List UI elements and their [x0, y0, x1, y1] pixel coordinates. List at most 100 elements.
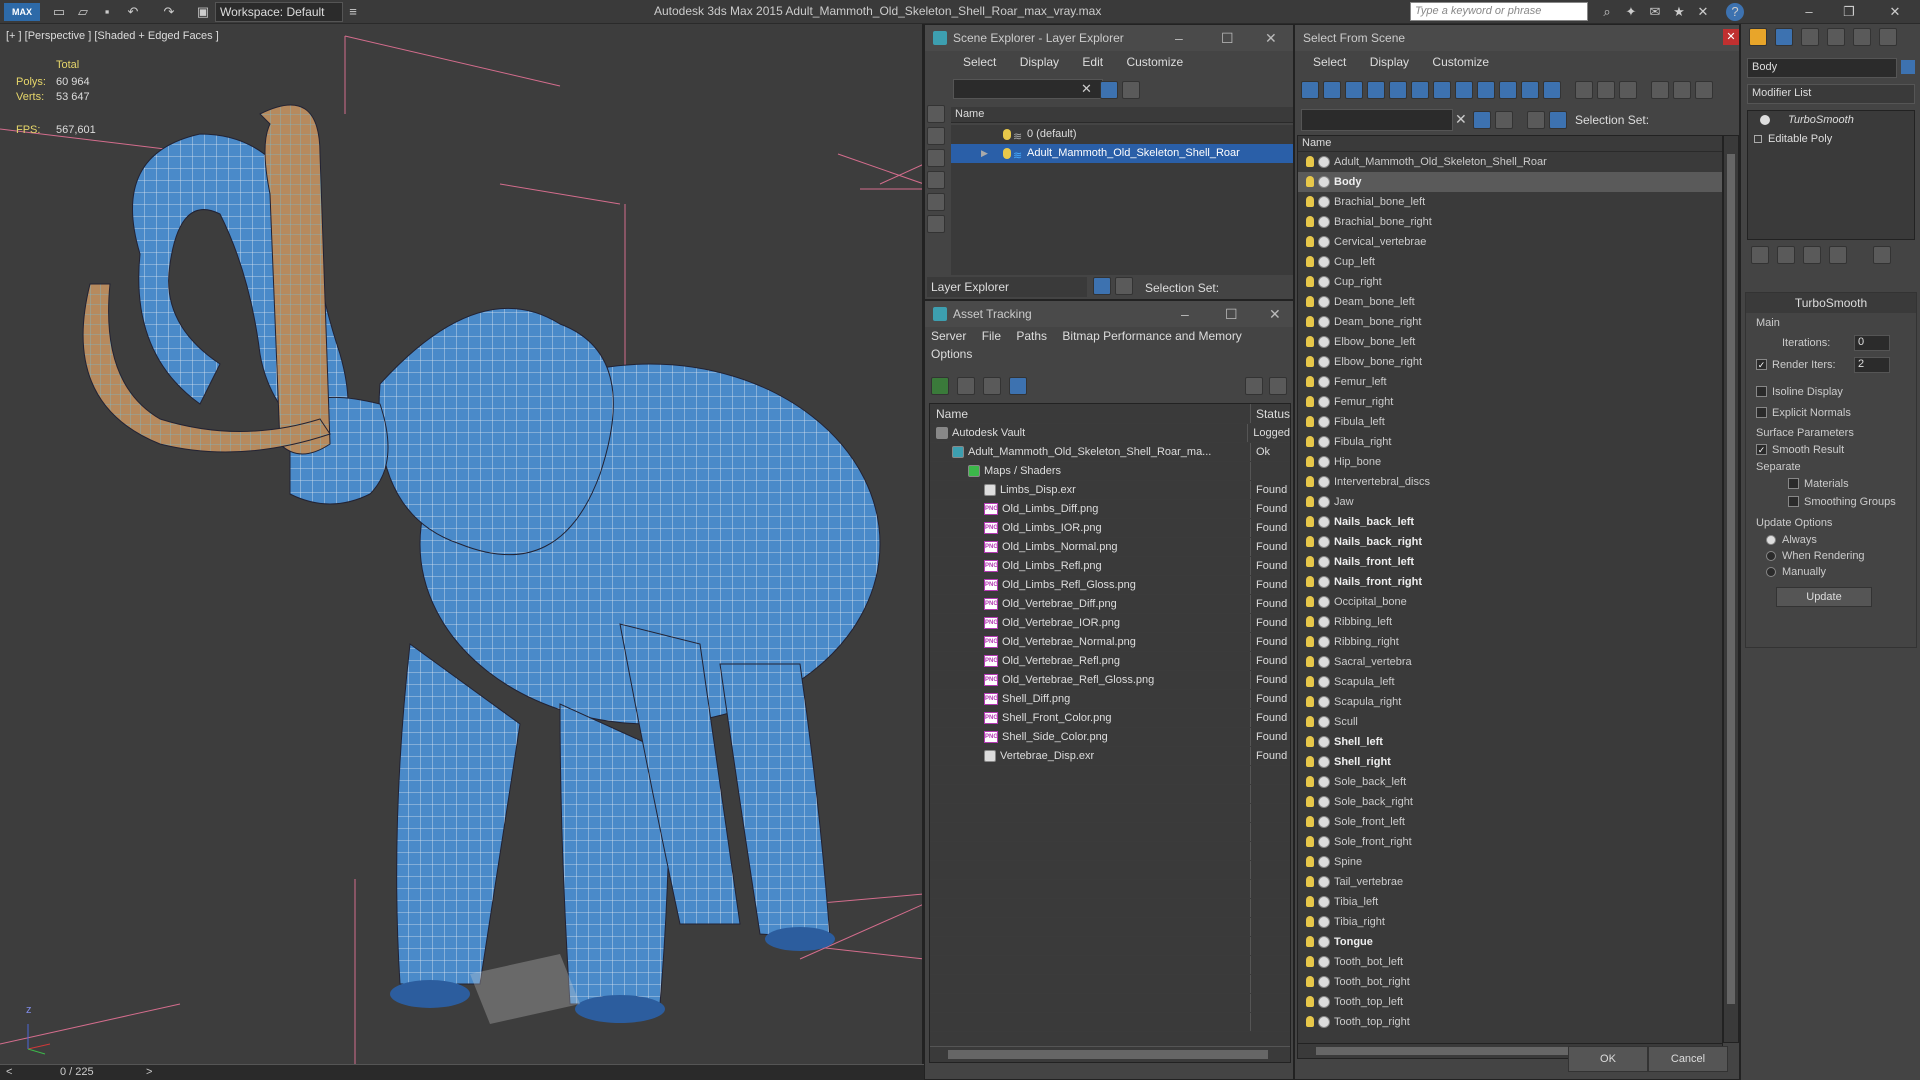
lightbulb-icon[interactable] — [1306, 356, 1314, 367]
scene-object-row[interactable]: Sole_front_right — [1298, 832, 1722, 852]
asset-row[interactable]: PNG Old_Limbs_Diff.png Found — [930, 500, 1290, 519]
save-icon[interactable]: ▪ — [98, 3, 116, 21]
lightbulb-icon[interactable] — [1306, 296, 1314, 307]
filter-cameras-icon[interactable] — [1367, 81, 1385, 99]
lightbulb-icon[interactable] — [1306, 676, 1314, 687]
filter-shapes-icon[interactable] — [1323, 81, 1341, 99]
asset-row[interactable]: PNG Old_Vertebrae_IOR.png Found — [930, 614, 1290, 633]
close-icon[interactable]: ✕ — [1723, 29, 1739, 45]
maximize-icon[interactable]: ☐ — [1225, 306, 1238, 323]
thumbnail-view-icon[interactable] — [983, 377, 1001, 395]
render-iters-spinner[interactable]: 2 — [1854, 357, 1890, 373]
ok-button[interactable]: OK — [1568, 1046, 1648, 1072]
minimize-icon[interactable]: – — [1175, 30, 1183, 46]
menu-server[interactable]: Server — [925, 327, 972, 345]
favorites-icon[interactable]: ★ — [1670, 3, 1688, 21]
search-input[interactable]: Type a keyword or phrase — [1410, 2, 1588, 21]
filter-bones-icon[interactable] — [1477, 81, 1495, 99]
exchange-icon[interactable]: ✕ — [1694, 3, 1712, 21]
scene-object-row[interactable]: Nails_front_right — [1298, 572, 1722, 592]
list-view-icon[interactable] — [957, 377, 975, 395]
select-search-input[interactable] — [1301, 109, 1453, 131]
scene-object-row[interactable]: Jaw — [1298, 492, 1722, 512]
lightbulb-icon[interactable] — [1306, 316, 1314, 327]
lightbulb-icon[interactable] — [1306, 556, 1314, 567]
scene-object-row[interactable]: Cervical_vertebrae — [1298, 232, 1722, 252]
asset-row[interactable]: PNG Old_Vertebrae_Normal.png Found — [930, 633, 1290, 652]
scene-object-row[interactable]: Scull — [1298, 712, 1722, 732]
lightbulb-icon[interactable] — [1306, 1016, 1314, 1027]
lightbulb-icon[interactable] — [1306, 376, 1314, 387]
restore-window-icon[interactable]: ❐ — [1840, 3, 1858, 21]
asset-row[interactable]: Autodesk Vault Logged — [930, 424, 1290, 443]
help-icon[interactable]: ? — [1726, 3, 1744, 21]
filter-icon[interactable] — [1100, 81, 1118, 99]
expand-box-icon[interactable] — [1754, 135, 1762, 143]
filter-xrefs-icon[interactable] — [1455, 81, 1473, 99]
scene-object-row[interactable]: Tooth_bot_left — [1298, 952, 1722, 972]
scene-object-row[interactable]: Fibula_left — [1298, 412, 1722, 432]
asset-row[interactable]: Limbs_Disp.exr Found — [930, 481, 1290, 500]
viewport-label[interactable]: [+ ] [Perspective ] [Shaded + Edged Face… — [6, 30, 219, 42]
show-end-result-icon[interactable] — [1777, 246, 1795, 264]
scene-object-row[interactable]: Sole_back_left — [1298, 772, 1722, 792]
select-all-icon[interactable] — [1575, 81, 1593, 99]
filter-helpers-icon[interactable] — [1389, 81, 1407, 99]
utilities-tab-icon[interactable] — [1879, 28, 1897, 46]
communication-icon[interactable]: ✉ — [1646, 3, 1664, 21]
filter-containers-icon[interactable] — [1499, 81, 1517, 99]
scene-object-row[interactable]: Deam_bone_right — [1298, 312, 1722, 332]
asset-row[interactable]: PNG Old_Limbs_Normal.png Found — [930, 538, 1290, 557]
rollout-title[interactable]: TurboSmooth — [1746, 293, 1916, 313]
hierarchy-mode-icon[interactable] — [1115, 277, 1133, 295]
scene-object-row[interactable]: Femur_right — [1298, 392, 1722, 412]
scene-object-row[interactable]: Intervertebral_discs — [1298, 472, 1722, 492]
scene-object-row[interactable]: Shell_right — [1298, 752, 1722, 772]
lightbulb-icon[interactable] — [1306, 996, 1314, 1007]
menu-customize[interactable]: Customize — [1116, 51, 1193, 73]
sort-icon[interactable] — [1673, 81, 1691, 99]
isoline-display-checkbox[interactable] — [1756, 386, 1767, 397]
smooth-result-checkbox[interactable]: ✓ — [1756, 444, 1767, 455]
lightbulb-icon[interactable] — [1306, 756, 1314, 767]
modify-tab-icon[interactable] — [1775, 28, 1793, 46]
filter-spacewarps-icon[interactable] — [1411, 81, 1429, 99]
lightbulb-icon[interactable] — [1306, 776, 1314, 787]
asset-row[interactable]: PNG Shell_Front_Color.png Found — [930, 709, 1290, 728]
close-window-icon[interactable]: ✕ — [1886, 3, 1904, 21]
scene-object-row[interactable]: Scapula_left — [1298, 672, 1722, 692]
scene-object-row[interactable]: Femur_left — [1298, 372, 1722, 392]
menu-file[interactable]: File — [976, 327, 1007, 345]
lightbulb-icon[interactable] — [1306, 736, 1314, 747]
scene-object-row[interactable]: Cup_right — [1298, 272, 1722, 292]
minimize-icon[interactable]: – — [1181, 306, 1189, 322]
asset-row[interactable]: PNG Shell_Side_Color.png Found — [930, 728, 1290, 747]
asset-row[interactable]: PNG Old_Vertebrae_Diff.png Found — [930, 595, 1290, 614]
hierarchy-display-icon[interactable] — [1549, 111, 1567, 129]
create-tab-icon[interactable] — [1749, 28, 1767, 46]
lightbulb-icon[interactable] — [1306, 976, 1314, 987]
lightbulb-icon[interactable] — [1306, 276, 1314, 287]
minimize-window-icon[interactable]: – — [1800, 3, 1818, 21]
asset-row[interactable]: PNG Old_Limbs_Refl.png Found — [930, 557, 1290, 576]
layer-name-header[interactable]: Name — [951, 107, 1293, 123]
timeline-next-button[interactable]: > — [146, 1066, 152, 1078]
close-icon[interactable]: ✕ — [1269, 306, 1281, 323]
binoculars-icon[interactable]: ⌕ — [1598, 3, 1616, 21]
asset-tracking-titlebar[interactable]: Asset Tracking – ☐ ✕ — [925, 301, 1293, 327]
lightbulb-icon[interactable] — [1306, 916, 1314, 927]
display-spacewarps-icon[interactable] — [927, 215, 945, 233]
scrollbar-thumb[interactable] — [948, 1050, 1268, 1059]
workspace-dropdown[interactable]: Workspace: Default — [215, 2, 343, 22]
object-name-field[interactable]: Body — [1747, 58, 1897, 78]
remove-modifier-icon[interactable] — [1829, 246, 1847, 264]
object-name-header[interactable]: Name — [1298, 136, 1722, 152]
scene-object-row[interactable]: Cup_left — [1298, 252, 1722, 272]
help-icon[interactable] — [1245, 377, 1263, 395]
timeline-prev-button[interactable]: < — [6, 1066, 12, 1078]
materials-checkbox[interactable] — [1788, 478, 1799, 489]
layer-row-default[interactable]: ≋ 0 (default) — [951, 125, 1293, 144]
modifier-list-dropdown[interactable]: Modifier List — [1747, 84, 1915, 104]
lightbulb-icon[interactable] — [1306, 616, 1314, 627]
app-logo[interactable]: MAX — [4, 3, 40, 21]
